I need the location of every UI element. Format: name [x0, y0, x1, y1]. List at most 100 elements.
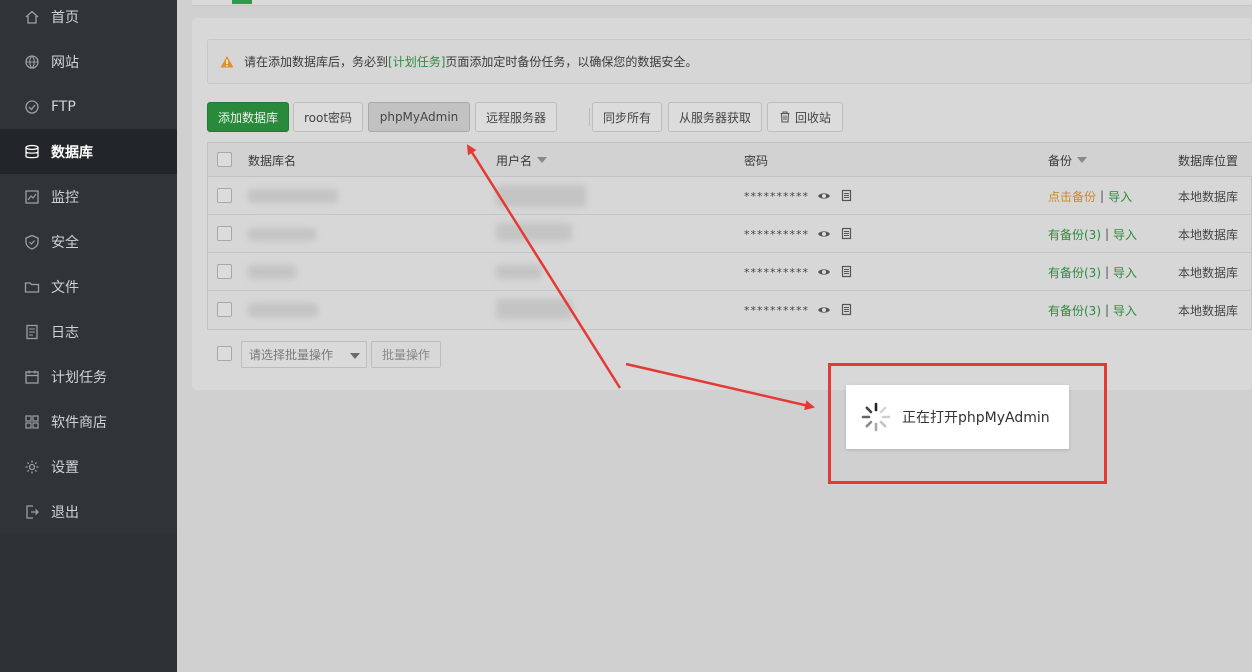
sidebar-item-label: 计划任务	[51, 369, 107, 386]
copy-icon[interactable]	[839, 227, 853, 241]
bottom-select-all-checkbox[interactable]	[217, 346, 232, 361]
cron-task-link[interactable]: [计划任务]	[388, 53, 445, 70]
table-header: 数据库名 用户名 密码 备份 数据库位置	[208, 143, 1252, 177]
row-checkbox[interactable]	[217, 302, 232, 317]
database-table: 数据库名 用户名 密码 备份 数据库位置 ********** 点击备份 | 导入	[207, 142, 1252, 330]
import-link[interactable]: 导入	[1108, 188, 1132, 205]
import-link[interactable]: 导入	[1113, 264, 1137, 281]
chevron-down-icon	[350, 353, 360, 359]
database-panel: 请在添加数据库后，务必到 [计划任务] 页面添加定时备份任务，以确保您的数据安全。 …	[192, 18, 1252, 390]
trash-icon	[780, 111, 790, 123]
backup-cell: 有备份(3) | 导入	[1048, 291, 1137, 329]
sidebar-item-settings[interactable]: 设置	[0, 444, 177, 489]
eye-icon[interactable]	[817, 189, 831, 203]
redacted-db-name	[248, 189, 338, 203]
backup-link[interactable]: 有备份(3)	[1048, 226, 1101, 243]
sidebar-item-logs[interactable]: 日志	[0, 309, 177, 354]
sidebar-item-label: 日志	[51, 324, 79, 341]
sidebar-item-database[interactable]: 数据库	[0, 129, 177, 174]
copy-icon[interactable]	[839, 189, 853, 203]
sidebar-item-label: 安全	[51, 234, 79, 251]
location-cell: 本地数据库	[1178, 265, 1239, 280]
batch-operation-select[interactable]: 请选择批量操作	[241, 341, 367, 368]
masked-password: **********	[744, 189, 809, 203]
loading-text: 正在打开phpMyAdmin	[902, 410, 1050, 426]
redacted-username	[496, 223, 572, 241]
alert-text-suffix: 页面添加定时备份任务，以确保您的数据安全。	[445, 55, 698, 69]
sidebar-item-label: 文件	[51, 279, 79, 296]
alert-text-prefix: 请在添加数据库后，务必到	[244, 55, 389, 69]
sidebar-item-files[interactable]: 文件	[0, 264, 177, 309]
sidebar-item-label: FTP	[51, 98, 76, 115]
select-all-checkbox[interactable]	[217, 152, 232, 167]
sort-down-icon	[537, 157, 548, 163]
root-password-button[interactable]: root密码	[293, 102, 363, 132]
backup-cell: 点击备份 | 导入	[1048, 177, 1132, 215]
recycle-bin-button[interactable]: 回收站	[767, 102, 843, 132]
redacted-db-name	[248, 303, 318, 317]
spinner-icon	[861, 402, 891, 432]
add-database-button[interactable]: 添加数据库	[207, 102, 289, 132]
sidebar-item-store[interactable]: 软件商店	[0, 399, 177, 444]
import-link[interactable]: 导入	[1113, 302, 1137, 319]
backup-cell: 有备份(3) | 导入	[1048, 253, 1137, 291]
shield-icon	[24, 234, 40, 250]
eye-icon[interactable]	[817, 303, 831, 317]
sidebar-item-cron[interactable]: 计划任务	[0, 354, 177, 399]
row-checkbox[interactable]	[217, 264, 232, 279]
sidebar-item-label: 退出	[51, 504, 79, 521]
sidebar-item-security[interactable]: 安全	[0, 219, 177, 264]
row-checkbox[interactable]	[217, 226, 232, 241]
sidebar-item-ftp[interactable]: FTP	[0, 84, 177, 129]
eye-icon[interactable]	[817, 227, 831, 241]
sidebar-item-logout[interactable]: 退出	[0, 489, 177, 534]
column-header-user[interactable]: 用户名	[496, 143, 548, 177]
redacted-username	[496, 185, 586, 207]
sidebar-menu: 首页 网站 FTP 数据库 监控 安全 文件 日志 计划任务 软件商店 设置 退…	[0, 0, 177, 534]
separator: |	[1105, 227, 1110, 241]
backup-link[interactable]: 点击备份	[1048, 188, 1096, 205]
sidebar-item-home[interactable]: 首页	[0, 0, 177, 39]
remote-server-button[interactable]: 远程服务器	[475, 102, 557, 132]
sidebar-item-label: 软件商店	[51, 414, 107, 431]
separator: |	[1105, 303, 1110, 317]
import-link[interactable]: 导入	[1113, 226, 1137, 243]
fetch-from-server-button[interactable]: 从服务器获取	[668, 102, 762, 132]
row-checkbox[interactable]	[217, 188, 232, 203]
phpmyadmin-button[interactable]: phpMyAdmin	[368, 102, 470, 132]
batch-operation-button[interactable]: 批量操作	[371, 341, 441, 368]
tab-strip	[192, 0, 1252, 6]
table-row: ********** 点击备份 | 导入 本地数据库	[208, 177, 1252, 215]
copy-icon[interactable]	[839, 265, 853, 279]
logout-icon	[24, 504, 40, 520]
eye-icon[interactable]	[817, 265, 831, 279]
calendar-icon	[24, 369, 40, 385]
sync-all-button[interactable]: 同步所有	[592, 102, 662, 132]
masked-password: **********	[744, 227, 809, 241]
sidebar-item-label: 数据库	[51, 144, 93, 161]
loading-dialog: 正在打开phpMyAdmin	[846, 385, 1069, 449]
globe-icon	[24, 54, 40, 70]
backup-link[interactable]: 有备份(3)	[1048, 264, 1101, 281]
redacted-db-name	[248, 265, 296, 279]
column-header-backup[interactable]: 备份	[1048, 143, 1088, 177]
redacted-username	[496, 265, 542, 279]
sidebar-item-monitor[interactable]: 监控	[0, 174, 177, 219]
backup-warning-alert: 请在添加数据库后，务必到 [计划任务] 页面添加定时备份任务，以确保您的数据安全。	[207, 39, 1252, 84]
location-cell: 本地数据库	[1178, 227, 1239, 242]
gear-icon	[24, 459, 40, 475]
monitor-icon	[24, 189, 40, 205]
location-cell: 本地数据库	[1178, 189, 1239, 204]
copy-icon[interactable]	[839, 303, 853, 317]
backup-link[interactable]: 有备份(3)	[1048, 302, 1101, 319]
password-cell: **********	[744, 177, 853, 215]
batch-select-placeholder: 请选择批量操作	[249, 348, 334, 362]
column-header-location: 数据库位置	[1178, 153, 1239, 168]
separator: |	[1105, 265, 1110, 279]
folder-icon	[24, 279, 40, 295]
backup-cell: 有备份(3) | 导入	[1048, 215, 1137, 253]
table-row: ********** 有备份(3) | 导入 本地数据库	[208, 291, 1252, 329]
sidebar-item-label: 监控	[51, 189, 79, 206]
home-icon	[24, 9, 40, 25]
sidebar-item-website[interactable]: 网站	[0, 39, 177, 84]
